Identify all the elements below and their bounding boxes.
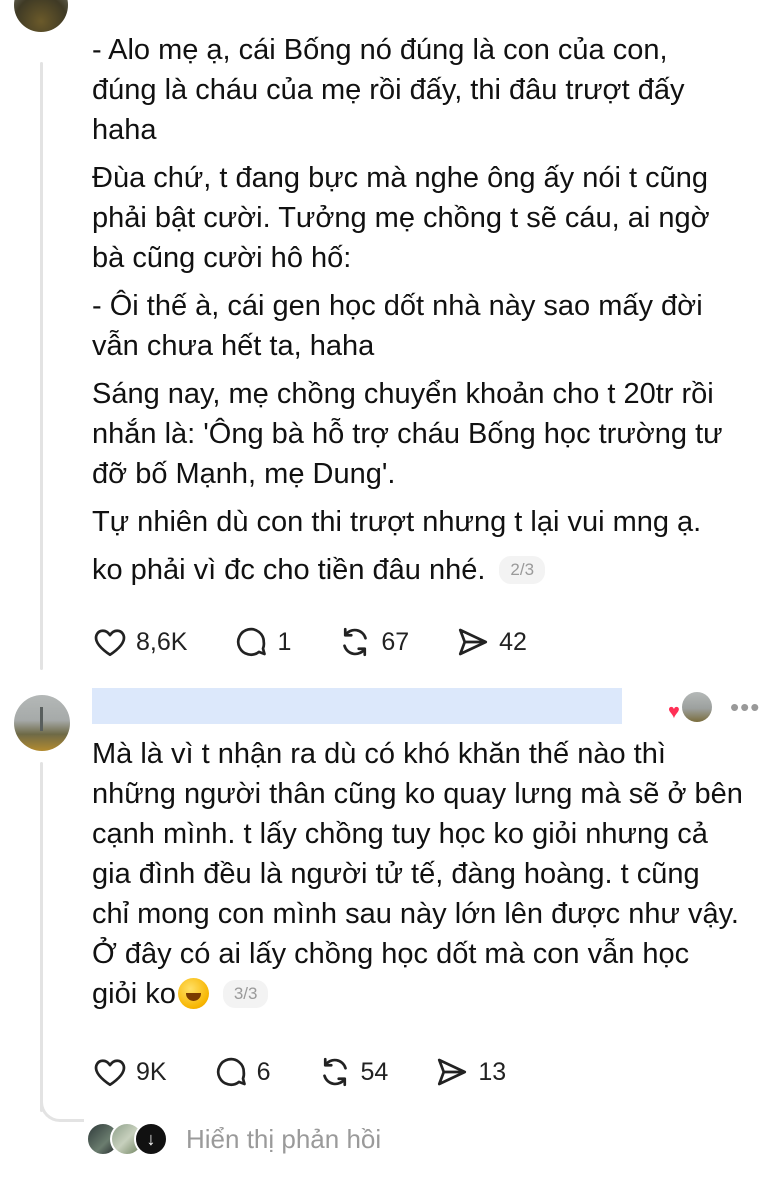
show-replies-button[interactable]: ↓ Hiển thị phản hồi	[86, 1122, 381, 1156]
send-icon	[459, 628, 488, 656]
share-count: 13	[478, 1057, 507, 1086]
like-button[interactable]: 9K	[92, 1054, 167, 1090]
post-header-tools: ♥ •••	[668, 692, 760, 722]
reply-button[interactable]: 6	[213, 1054, 271, 1090]
paragraph: Sáng nay, mẹ chồng chuyển khoản cho t 20…	[92, 378, 723, 490]
repost-count: 54	[360, 1057, 389, 1086]
arrow-down-icon: ↓	[134, 1122, 168, 1156]
post-text: - Alo mẹ ạ, cái Bống nó đúng là con của …	[92, 30, 752, 598]
send-icon	[438, 1058, 467, 1086]
thread-line	[40, 762, 43, 1112]
reply-count: 1	[277, 627, 292, 656]
post-actions: 8,6K 1 67 42	[92, 622, 573, 662]
paragraph-text: Mà là vì t nhận ra dù có khó khăn thế nà…	[92, 738, 743, 1010]
paragraph: ko phải vì đc cho tiền đâu nhé. 2/3	[92, 550, 752, 590]
comment-icon	[216, 1057, 246, 1087]
repost-icon	[343, 627, 368, 657]
thread-line-hook	[40, 1098, 84, 1122]
author-avatar[interactable]	[14, 0, 68, 32]
threads-conversation: - Alo mẹ ạ, cái Bống nó đúng là con của …	[0, 0, 780, 1182]
paragraph: Đùa chứ, t đang bực mà nghe ông ấy nói t…	[92, 162, 710, 274]
paragraph-text: ko phải vì đc cho tiền đâu nhé.	[92, 554, 486, 586]
thread-line	[40, 62, 43, 670]
paragraph: - Ôi thế à, cái gen học dốt nhà này sao …	[92, 290, 703, 362]
show-replies-label: Hiển thị phản hồi	[186, 1123, 382, 1154]
paragraph: Mà là vì t nhận ra dù có khó khăn thế nà…	[92, 734, 752, 1014]
redacted-username	[92, 688, 622, 724]
share-button[interactable]: 42	[455, 624, 527, 660]
reply-count: 6	[256, 1057, 271, 1086]
like-count: 9K	[136, 1057, 167, 1086]
post-actions: 9K 6 54 13	[92, 1052, 552, 1092]
paragraph: Tự nhiên dù con thi trượt nhưng t lại vu…	[92, 506, 702, 538]
share-button[interactable]: 13	[434, 1054, 506, 1090]
repost-button[interactable]: 54	[317, 1054, 389, 1090]
post-counter-badge: 2/3	[499, 556, 546, 584]
like-button[interactable]: 8,6K	[92, 624, 187, 660]
heart-icon: ♥	[668, 701, 680, 723]
rolling-laughing-emoji-icon	[177, 978, 209, 1009]
like-count: 8,6K	[136, 627, 188, 656]
post-counter-badge: 3/3	[222, 980, 269, 1008]
comment-icon	[237, 627, 267, 657]
post-text: Mà là vì t nhận ra dù có khó khăn thế nà…	[92, 734, 752, 1022]
share-count: 42	[499, 627, 527, 656]
heart-icon	[94, 1059, 126, 1087]
reply-button[interactable]: 1	[233, 624, 291, 660]
repost-icon	[322, 1057, 347, 1087]
more-options-button[interactable]: •••	[730, 694, 760, 720]
repost-count: 67	[381, 627, 410, 656]
heart-icon	[94, 629, 126, 657]
author-avatar[interactable]	[14, 695, 70, 751]
liker-avatar[interactable]: ♥	[668, 692, 712, 722]
repost-button[interactable]: 67	[337, 624, 409, 660]
paragraph: - Alo mẹ ạ, cái Bống nó đúng là con của …	[92, 34, 685, 146]
